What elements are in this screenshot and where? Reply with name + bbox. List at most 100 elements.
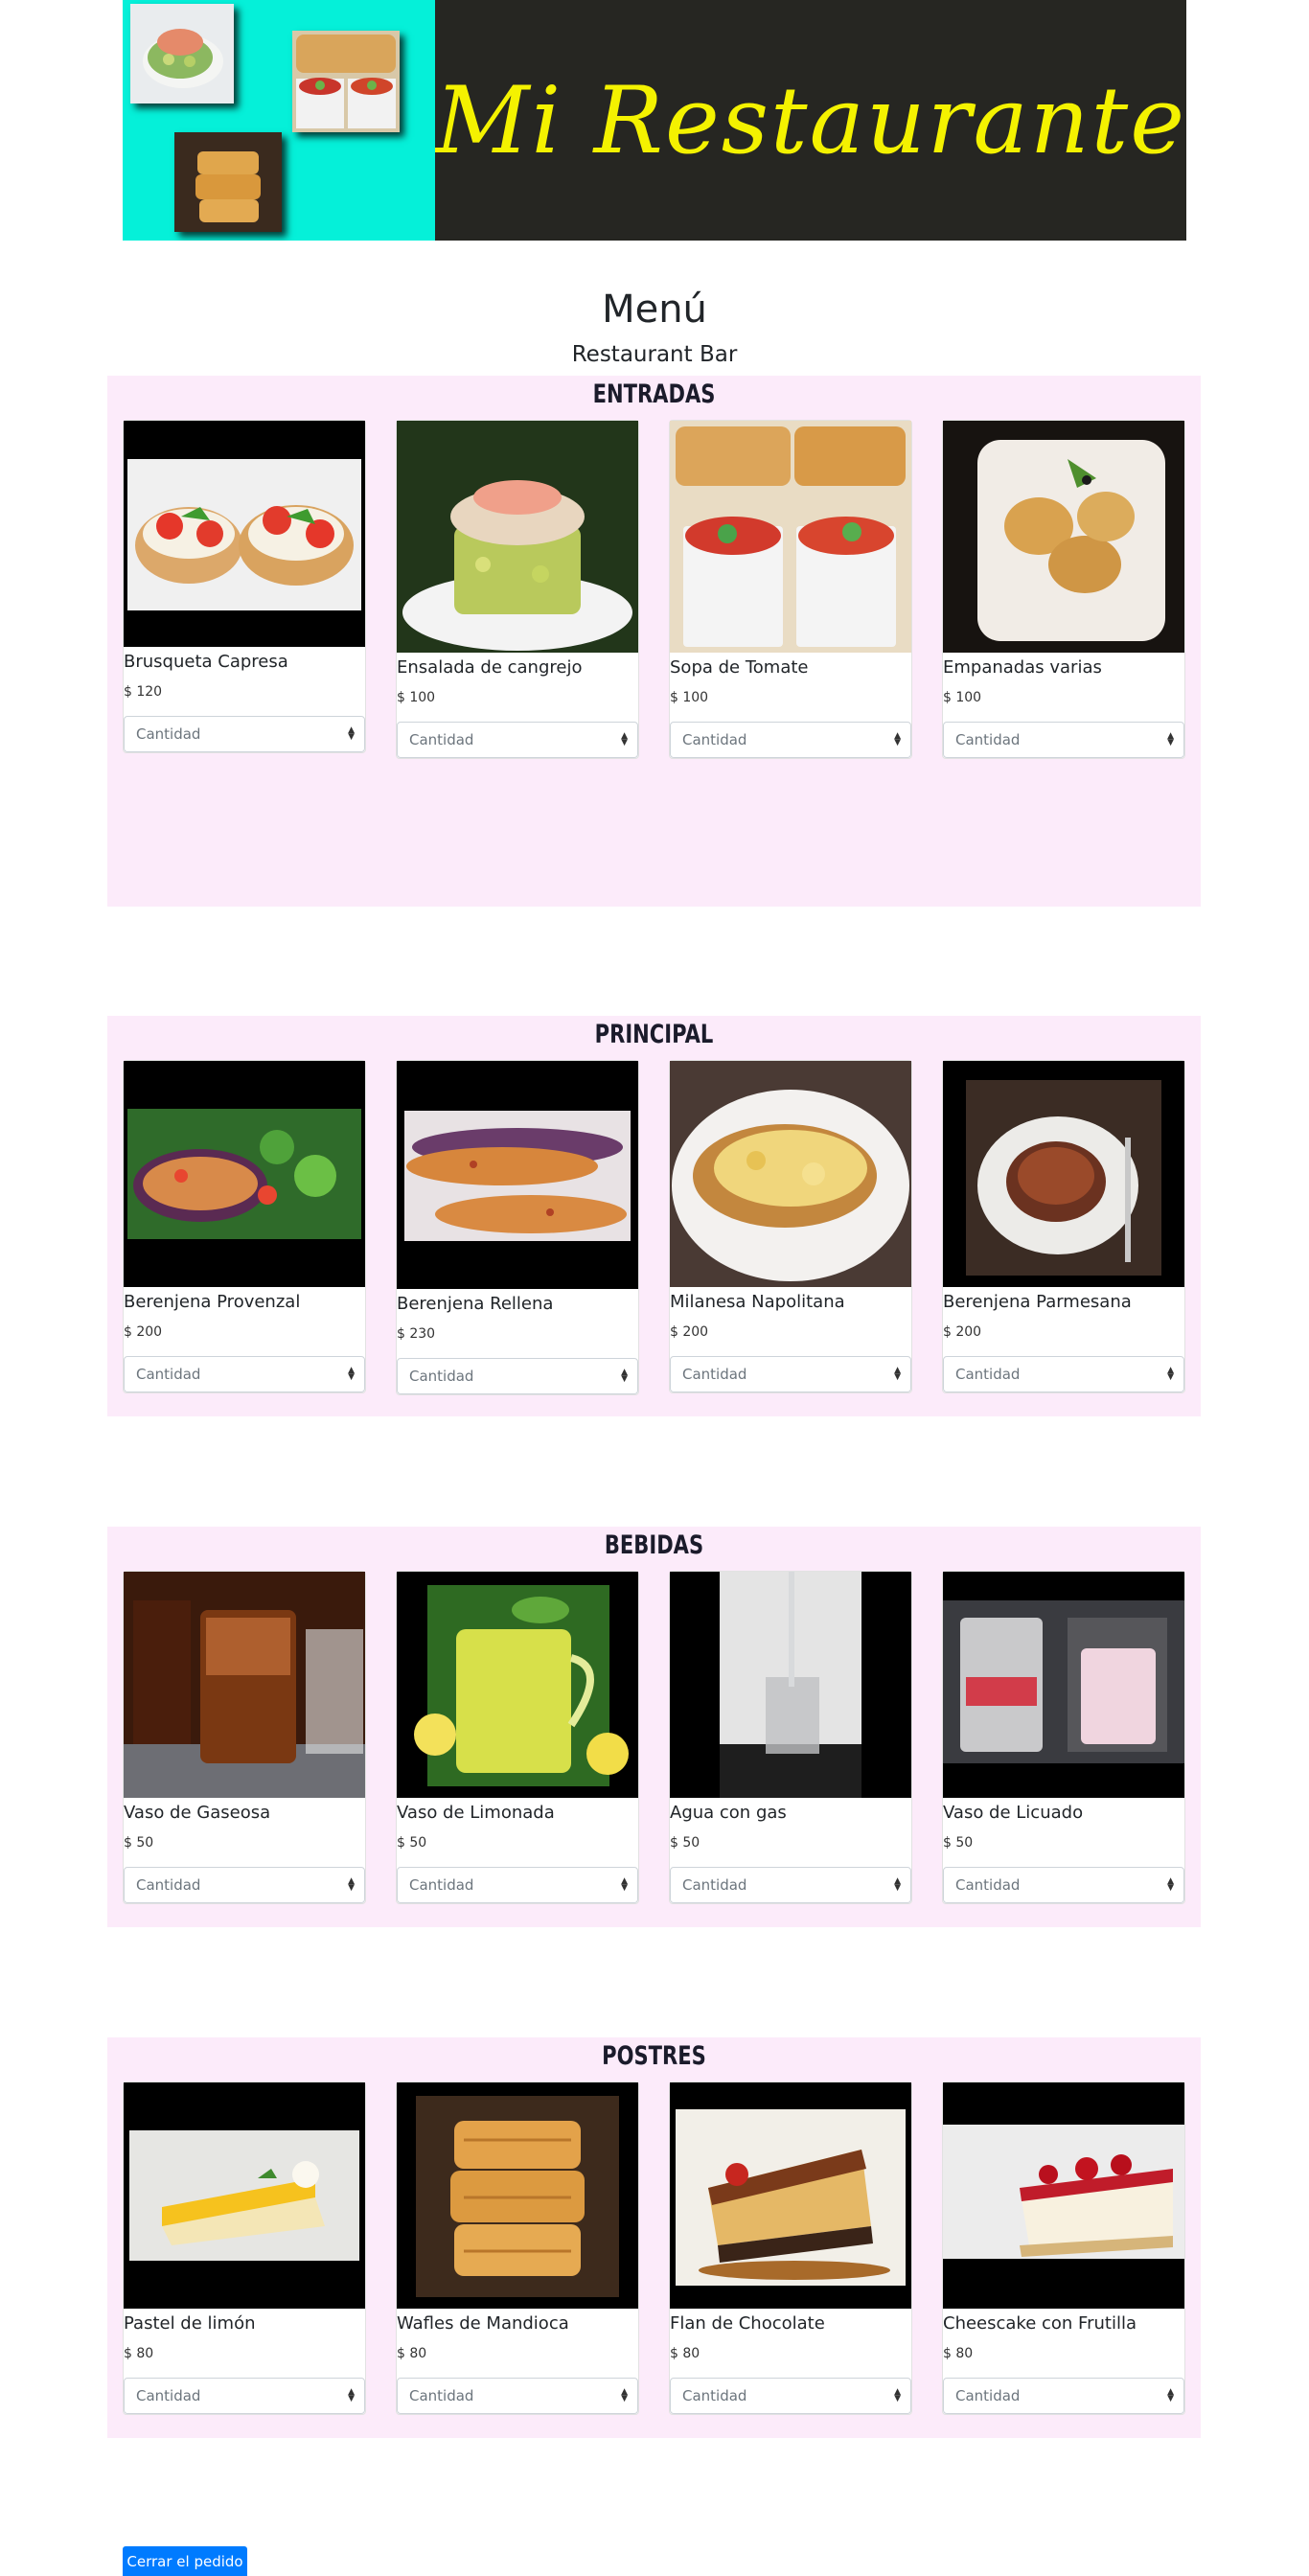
quantity-placeholder: Cantidad: [136, 725, 201, 743]
quantity-select[interactable]: Cantidad ▲ ▼: [670, 2378, 911, 2414]
section-bebidas: BEBIDAS Vaso de Gaseosa $ 50 Cantidad ▲ ▼: [107, 1527, 1201, 1927]
quantity-placeholder: Cantidad: [955, 1876, 1021, 1894]
food-image: [124, 1061, 365, 1287]
quantity-select[interactable]: Cantidad ▲ ▼: [397, 2378, 638, 2414]
dessert-image: [670, 2082, 911, 2309]
item-name: Agua con gas: [670, 1803, 787, 1823]
select-arrows-icon: ▲ ▼: [1167, 1876, 1174, 1893]
select-arrows-icon: ▲ ▼: [348, 1876, 355, 1893]
section-principal: PRINCIPAL Berenjena Provenzal $ 200 Cant…: [107, 1016, 1201, 1416]
item-price: $ 50: [124, 1835, 154, 1851]
item-name: Cheescake con Frutilla: [943, 2313, 1137, 2334]
menu-card: Vaso de Limonada $ 50 Cantidad ▲ ▼: [396, 1571, 639, 1904]
select-arrows-icon: ▲ ▼: [894, 1876, 901, 1893]
quantity-placeholder: Cantidad: [955, 731, 1021, 748]
item-name: Wafles de Mandioca: [397, 2313, 569, 2334]
food-image: [397, 1061, 638, 1289]
item-price: $ 100: [943, 690, 982, 705]
quantity-placeholder: Cantidad: [682, 1876, 747, 1894]
food-image: [943, 1061, 1184, 1287]
food-image: [670, 421, 911, 653]
select-arrows-icon: ▲ ▼: [621, 2387, 628, 2404]
waffle-photo: [174, 132, 282, 232]
item-name: Berenjena Provenzal: [124, 1292, 301, 1312]
quantity-placeholder: Cantidad: [682, 1366, 747, 1383]
menu-card: Agua con gas $ 50 Cantidad ▲ ▼: [669, 1571, 912, 1904]
page-title: Menú: [602, 288, 707, 332]
select-arrows-icon: ▲ ▼: [621, 1876, 628, 1893]
quantity-placeholder: Cantidad: [955, 2387, 1021, 2404]
item-name: Vaso de Gaseosa: [124, 1803, 271, 1823]
quantity-placeholder: Cantidad: [682, 731, 747, 748]
quantity-placeholder: Cantidad: [409, 1368, 474, 1385]
quantity-select[interactable]: Cantidad ▲ ▼: [397, 1867, 638, 1903]
menu-card: Flan de Chocolate $ 80 Cantidad ▲ ▼: [669, 2082, 912, 2415]
item-price: $ 200: [670, 1324, 709, 1340]
quantity-select[interactable]: Cantidad ▲ ▼: [943, 1356, 1184, 1392]
quantity-placeholder: Cantidad: [409, 2387, 474, 2404]
quantity-select[interactable]: Cantidad ▲ ▼: [124, 1867, 365, 1903]
item-price: $ 200: [943, 1324, 982, 1340]
drink-image: [397, 1572, 638, 1798]
item-price: $ 100: [397, 690, 436, 705]
quantity-placeholder: Cantidad: [136, 1366, 201, 1383]
item-name: Milanesa Napolitana: [670, 1292, 845, 1312]
banner-title-area: Mi Restaurante: [435, 0, 1186, 241]
quantity-placeholder: Cantidad: [682, 2387, 747, 2404]
food-image: [943, 421, 1184, 653]
quantity-placeholder: Cantidad: [409, 731, 474, 748]
quantity-select[interactable]: Cantidad ▲ ▼: [397, 1358, 638, 1394]
food-image: [670, 1061, 911, 1287]
item-price: $ 100: [670, 690, 709, 705]
menu-card: Berenjena Rellena $ 230 Cantidad ▲ ▼: [396, 1060, 639, 1395]
quantity-select[interactable]: Cantidad ▲ ▼: [943, 722, 1184, 758]
menu-card: Milanesa Napolitana $ 200 Cantidad ▲ ▼: [669, 1060, 912, 1393]
quantity-select[interactable]: Cantidad ▲ ▼: [124, 716, 365, 752]
quantity-select[interactable]: Cantidad ▲ ▼: [670, 1867, 911, 1903]
menu-card: Sopa de Tomate $ 100 Cantidad ▲ ▼: [669, 420, 912, 759]
quantity-placeholder: Cantidad: [955, 1366, 1021, 1383]
quantity-select[interactable]: Cantidad ▲ ▼: [124, 1356, 365, 1392]
item-price: $ 50: [670, 1835, 700, 1851]
quantity-select[interactable]: Cantidad ▲ ▼: [670, 722, 911, 758]
select-arrows-icon: ▲ ▼: [1167, 731, 1174, 748]
section-title: BEBIDAS: [604, 1530, 704, 1560]
section-title: ENTRADAS: [592, 380, 716, 409]
select-arrows-icon: ▲ ▼: [894, 1366, 901, 1382]
dessert-image: [943, 2082, 1184, 2309]
dessert-image: [397, 2082, 638, 2309]
quantity-placeholder: Cantidad: [136, 1876, 201, 1894]
drink-image: [670, 1572, 911, 1798]
quantity-select[interactable]: Cantidad ▲ ▼: [943, 1867, 1184, 1903]
select-arrows-icon: ▲ ▼: [348, 2387, 355, 2404]
item-name: Flan de Chocolate: [670, 2313, 825, 2334]
item-name: Empanadas varias: [943, 657, 1102, 678]
menu-card: Empanadas varias $ 100 Cantidad ▲ ▼: [942, 420, 1185, 759]
menu-card: Brusqueta Capresa $ 120 Cantidad ▲ ▼: [123, 420, 366, 753]
select-arrows-icon: ▲ ▼: [1167, 1366, 1174, 1382]
item-name: Vaso de Licuado: [943, 1803, 1084, 1823]
item-name: Sopa de Tomate: [670, 657, 809, 678]
quantity-select[interactable]: Cantidad ▲ ▼: [670, 1356, 911, 1392]
quantity-select[interactable]: Cantidad ▲ ▼: [124, 2378, 365, 2414]
item-price: $ 80: [397, 2346, 427, 2361]
select-arrows-icon: ▲ ▼: [1167, 2387, 1174, 2404]
menu-card: Cheescake con Frutilla $ 80 Cantidad ▲ ▼: [942, 2082, 1185, 2415]
section-entradas: ENTRADAS Brusqueta Capresa $ 120 Cantida…: [107, 376, 1201, 907]
select-arrows-icon: ▲ ▼: [894, 2387, 901, 2404]
restaurant-name: Mi Restaurante: [435, 66, 1186, 174]
quantity-placeholder: Cantidad: [409, 1876, 474, 1894]
select-arrows-icon: ▲ ▼: [894, 731, 901, 748]
quantity-select[interactable]: Cantidad ▲ ▼: [943, 2378, 1184, 2414]
section-title: POSTRES: [602, 2041, 706, 2071]
menu-card: Vaso de Gaseosa $ 50 Cantidad ▲ ▼: [123, 1571, 366, 1904]
section-postres: POSTRES Pastel de limón $ 80 Cantidad ▲ ▼: [107, 2037, 1201, 2438]
soup-photo: [292, 31, 400, 132]
menu-card: Pastel de limón $ 80 Cantidad ▲ ▼: [123, 2082, 366, 2415]
close-order-button[interactable]: Cerrar el pedido: [123, 2546, 247, 2576]
select-arrows-icon: ▲ ▼: [348, 1366, 355, 1382]
food-image: [397, 421, 638, 653]
quantity-select[interactable]: Cantidad ▲ ▼: [397, 722, 638, 758]
select-arrows-icon: ▲ ▼: [621, 731, 628, 748]
item-price: $ 230: [397, 1326, 436, 1342]
